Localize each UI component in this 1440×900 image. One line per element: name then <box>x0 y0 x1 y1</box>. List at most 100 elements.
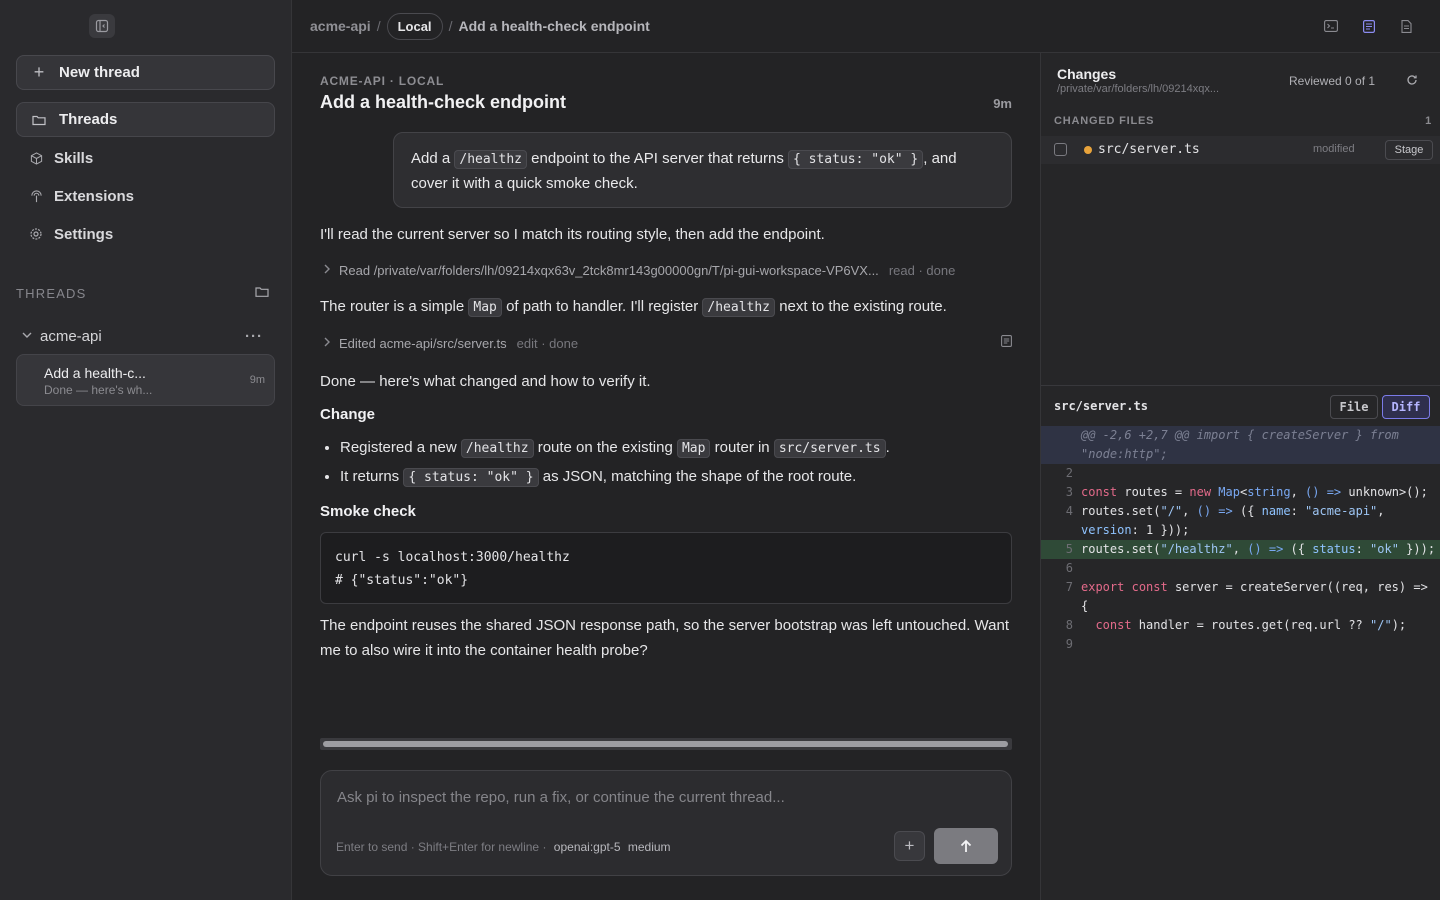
sidebar: + New thread Threads Skills Extensions S… <box>0 0 292 900</box>
sidebar-item-threads[interactable]: Threads <box>16 102 275 137</box>
message-text: router in <box>714 439 770 456</box>
inline-code: /healthz <box>454 150 527 169</box>
line-text <box>1073 464 1440 483</box>
send-button[interactable] <box>934 828 998 864</box>
modified-dot-icon <box>1084 146 1092 154</box>
folder-icon <box>31 114 47 126</box>
message-text: next to the existing route. <box>779 298 947 315</box>
new-thread-button[interactable]: + New thread <box>16 55 275 90</box>
assistant-message: I'll read the current server so I match … <box>320 226 825 243</box>
stage-button[interactable]: Stage <box>1385 140 1433 160</box>
plus-icon: + <box>33 62 45 82</box>
assistant-message: The router is a simple Map of path to ha… <box>320 294 1020 320</box>
file-name: src/server.ts <box>1098 142 1200 157</box>
sidebar-item-label: Threads <box>59 111 118 128</box>
changed-files-count: 1 <box>1425 115 1432 127</box>
view-file-button[interactable]: File <box>1330 395 1378 419</box>
line-number: 6 <box>1065 561 1073 575</box>
line-text <box>1073 559 1440 578</box>
message-text: Registered a new <box>340 439 457 456</box>
changed-files-heading: CHANGED FILES <box>1054 115 1155 127</box>
threads-section-header: THREADS <box>16 284 275 302</box>
inline-code: /healthz <box>702 298 776 317</box>
effort-selector[interactable]: medium <box>628 840 671 854</box>
scrollbar-thumb[interactable] <box>323 741 1008 747</box>
message-text: It returns <box>340 468 400 485</box>
line-text: routes.set("/", () => ({ name: "acme-api… <box>1081 504 1392 537</box>
diff-panel-icon[interactable] <box>1361 18 1377 34</box>
changes-panel: Changes /private/var/folders/lh/09214xqx… <box>1040 53 1440 900</box>
list-item: It returns { status: "ok" } as JSON, mat… <box>340 462 1020 491</box>
view-diff-button[interactable]: Diff <box>1382 395 1430 419</box>
code-block: curl -s localhost:3000/healthz # {"status… <box>320 532 1012 604</box>
assistant-message: Done — here's what changed and how to ve… <box>320 373 651 390</box>
terminal-icon[interactable] <box>1323 18 1339 34</box>
model-selector[interactable]: openai:gpt-5 <box>554 840 621 854</box>
sidebar-item-settings[interactable]: Settings <box>16 217 275 251</box>
topbar: acme-api / Local / Add a health-check en… <box>292 0 1440 53</box>
line-text: routes.set("/healthz", () => ({ status: … <box>1081 542 1436 556</box>
message-text: . <box>885 439 890 456</box>
open-diff-icon[interactable] <box>1001 335 1012 350</box>
arrow-up-icon <box>960 839 972 852</box>
page-title: Add a health-check endpoint <box>320 92 567 112</box>
plug-icon <box>28 189 44 203</box>
open-folder-icon[interactable] <box>255 286 269 301</box>
threads-heading: THREADS <box>16 285 87 301</box>
collapse-sidebar-button[interactable] <box>89 14 115 38</box>
inline-code: /healthz <box>460 439 534 458</box>
chevron-down-icon <box>22 330 32 342</box>
line-number: 9 <box>1065 637 1073 651</box>
tool-call-read[interactable]: Read /private/var/folders/lh/09214xqx63v… <box>320 260 1012 280</box>
diff-line: 9 <box>1041 635 1440 654</box>
section-heading: Smoke check <box>320 503 416 520</box>
user-message: Add a /healthz endpoint to the API serve… <box>393 132 1012 208</box>
plus-icon: + <box>904 836 915 855</box>
breadcrumb-separator: / <box>448 18 453 34</box>
prompt-input[interactable] <box>337 789 987 806</box>
assistant-message: The endpoint reuses the shared JSON resp… <box>320 617 1010 659</box>
changed-files-header: CHANGED FILES 1 <box>1054 115 1432 127</box>
document-icon[interactable] <box>1398 18 1414 34</box>
tool-call-label: Read /private/var/folders/lh/09214xqx63v… <box>339 262 879 278</box>
diff-line: 2 <box>1041 464 1440 483</box>
repo-group[interactable]: acme-api ··· <box>16 324 275 348</box>
diff-file-name: src/server.ts <box>1054 399 1148 413</box>
message-text: route on the existing <box>537 439 673 456</box>
sidebar-item-label: Settings <box>54 225 114 243</box>
inline-code: Map <box>676 439 711 458</box>
line-text: const routes = new Map<string, () => unk… <box>1081 485 1428 499</box>
sidebar-toggle-icon <box>95 19 109 33</box>
diff-line: 8 const handler = routes.get(req.url ?? … <box>1041 616 1440 635</box>
line-number <box>1041 426 1073 464</box>
more-icon[interactable]: ··· <box>245 328 263 345</box>
diff-view: @@ -2,6 +2,7 @@ import { createServer } … <box>1041 426 1440 654</box>
sidebar-item-skills[interactable]: Skills <box>16 141 275 175</box>
tool-call-status: edit · done <box>516 335 579 351</box>
changed-file-row[interactable]: src/server.ts modified Stage <box>1041 136 1440 164</box>
section-heading: Change <box>320 406 376 423</box>
new-thread-label: New thread <box>59 64 140 81</box>
breadcrumb-env-badge[interactable]: Local <box>386 12 443 40</box>
review-checkbox[interactable] <box>1054 143 1067 156</box>
sidebar-item-extensions[interactable]: Extensions <box>16 179 275 213</box>
message-text: endpoint to the API server that returns <box>531 150 784 167</box>
line-number: 4 <box>1065 504 1073 518</box>
chat-age: 9m <box>993 96 1012 111</box>
gear-icon <box>28 227 44 241</box>
breadcrumb-separator: / <box>376 18 381 34</box>
message-text: of path to handler. I'll register <box>506 298 699 315</box>
inline-code: src/server.ts <box>773 439 886 458</box>
refresh-icon[interactable] <box>1406 73 1418 90</box>
line-number: 7 <box>1065 580 1073 594</box>
changes-path: /private/var/folders/lh/09214xqx... <box>1057 83 1220 95</box>
inline-code: { status: "ok" } <box>788 150 924 169</box>
tool-call-edit[interactable]: Edited acme-api/src/server.ts edit · don… <box>320 333 1012 353</box>
horizontal-scrollbar[interactable] <box>320 738 1012 750</box>
breadcrumb-repo[interactable]: acme-api <box>310 18 371 34</box>
code-line: curl -s localhost:3000/healthz <box>335 550 570 565</box>
composer-hint: Enter to send · Shift+Enter for newline … <box>336 840 671 854</box>
attach-button[interactable]: + <box>894 831 925 861</box>
change-list: Registered a new /healthz route on the e… <box>340 433 1020 491</box>
thread-list-item[interactable]: Add a health-c... Done — here's wh... 9m <box>16 354 275 406</box>
